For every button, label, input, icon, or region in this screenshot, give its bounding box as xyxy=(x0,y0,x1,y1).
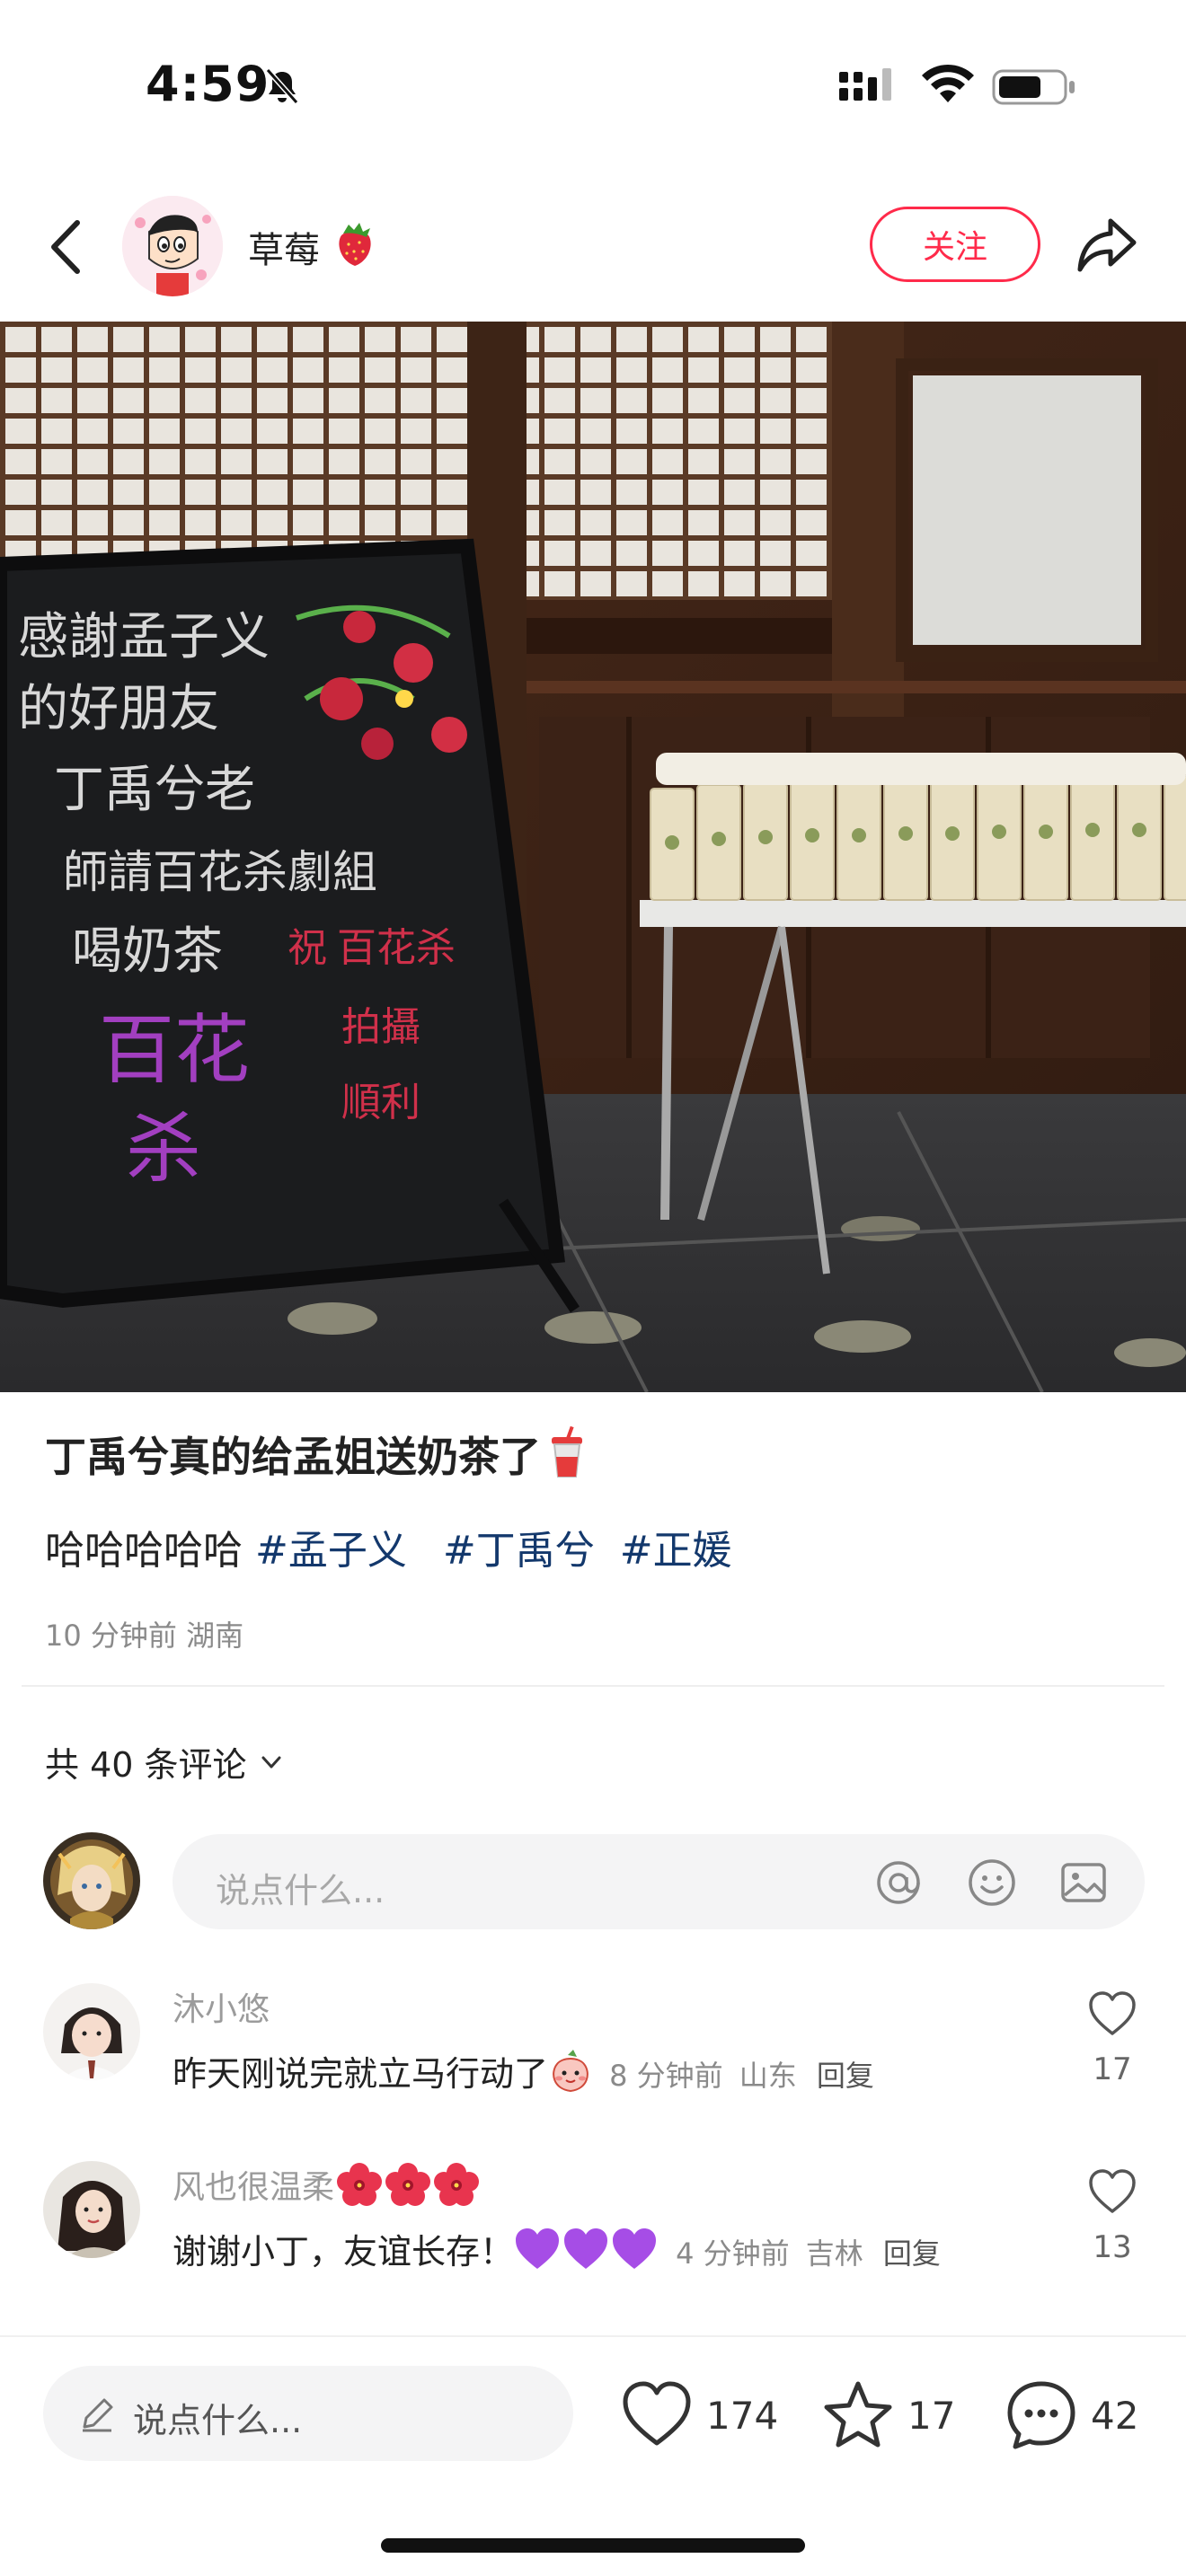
comment-time: 4 分钟前 xyxy=(676,2236,790,2271)
home-indicator[interactable] xyxy=(381,2538,805,2553)
post-title-text: 丁禹兮真的给孟姐送奶茶了 xyxy=(45,1433,541,1481)
heart-icon[interactable] xyxy=(1087,2168,1137,2215)
board-line-5: 喝奶茶 xyxy=(72,924,223,980)
comment-input[interactable]: 说点什么... xyxy=(173,1834,1145,1929)
star-icon xyxy=(824,2381,892,2448)
commenter-name[interactable]: 沐小悠 xyxy=(173,1983,270,2030)
heart-icon[interactable] xyxy=(1087,1990,1137,2037)
board-line-9: 百花 xyxy=(99,1010,250,1093)
comment-bubble-icon xyxy=(1007,2381,1075,2449)
comment-body: 昨天刚说完就立马行动了 xyxy=(173,2054,549,2094)
hibiscus-emoji-icon xyxy=(434,2163,480,2206)
comment-like-count: 13 xyxy=(1093,2229,1132,2265)
emoji-icon[interactable] xyxy=(967,1857,1017,1908)
back-icon[interactable] xyxy=(41,216,95,278)
heart-icon xyxy=(623,2381,691,2446)
follow-button[interactable]: 关注 xyxy=(870,207,1040,282)
commenter-avatar[interactable] xyxy=(43,2161,140,2258)
board-line-1: 感謝孟子义 xyxy=(18,610,270,666)
comment-body: 谢谢小丁，友谊长存！ xyxy=(173,2232,515,2272)
reply-button[interactable]: 回复 xyxy=(883,2236,941,2271)
status-time: 4:59 xyxy=(146,56,270,112)
divider xyxy=(22,1685,1164,1687)
board-line-7: 拍攝 xyxy=(341,1005,420,1049)
hashtag-link[interactable]: #孟子义 xyxy=(255,1528,407,1574)
hashtag-link[interactable]: #丁禹兮 xyxy=(443,1528,595,1574)
bubble-tea-emoji-icon xyxy=(552,1425,582,1478)
post-header: 草莓 关注 xyxy=(0,180,1186,314)
like-count: 174 xyxy=(706,2393,779,2438)
battery-icon xyxy=(992,69,1075,105)
author-avatar[interactable] xyxy=(122,196,223,296)
purple-heart-emoji-icon xyxy=(613,2228,657,2269)
board-line-3: 丁禹兮老 xyxy=(54,763,255,818)
comment-text: 昨天刚说完就立马行动了 8 分钟前 山东 回复 xyxy=(173,2046,874,2095)
comment-item: 风也很温柔 谢谢小丁，友谊长存！ 4 分钟前 吉林 回复 13 xyxy=(0,2161,1186,2314)
commenter-name[interactable]: 风也很温柔 xyxy=(173,2161,480,2208)
bell-off-icon xyxy=(265,68,299,104)
commenter-name-text: 风也很温柔 xyxy=(173,2169,335,2206)
board-line-10: 杀 xyxy=(126,1108,201,1192)
purple-heart-emoji-icon xyxy=(516,2228,560,2269)
comment-like-count: 17 xyxy=(1093,2051,1132,2087)
post-photo[interactable]: 感謝孟子义 的好朋友 丁禹兮老 師請百花杀劇組 喝奶茶 祝 百花杀 拍攝 順利 … xyxy=(0,322,1186,1392)
bottom-input-placeholder: 说点什么... xyxy=(133,2401,303,2440)
share-icon[interactable] xyxy=(1075,214,1139,277)
comments-count-toggle[interactable]: 共 40 条评论 xyxy=(45,1737,285,1786)
post-title: 丁禹兮真的给孟姐送奶茶了 xyxy=(45,1425,588,1484)
hashtag-link[interactable]: #正媛 xyxy=(620,1528,732,1574)
comment-text: 谢谢小丁，友谊长存！ 4 分钟前 吉林 回复 xyxy=(173,2224,941,2273)
collect-count: 17 xyxy=(907,2393,956,2438)
status-bar: 4:59 xyxy=(0,0,1186,171)
purple-heart-emoji-icon xyxy=(564,2228,608,2269)
board-line-4: 師請百花杀劇組 xyxy=(63,847,377,897)
board-line-8: 順利 xyxy=(341,1081,420,1125)
comment-button[interactable]: 42 xyxy=(1005,2375,1138,2456)
comments-count-label: 共 40 条评论 xyxy=(45,1745,247,1785)
post-meta: 10 分钟前 湖南 xyxy=(45,1613,243,1654)
at-icon[interactable] xyxy=(873,1857,924,1908)
comment-item: 沐小悠 昨天刚说完就立马行动了 8 分钟前 山东 回复 17 xyxy=(0,1983,1186,2136)
comment-count: 42 xyxy=(1091,2393,1139,2438)
strawberry-emoji-icon xyxy=(339,223,371,266)
post-body: 哈哈哈哈哈 #孟子义 #丁禹兮 #正媛 xyxy=(45,1518,732,1575)
comment-location: 山东 xyxy=(739,2059,797,2093)
post-time: 10 分钟前 xyxy=(45,1619,177,1653)
commenter-avatar[interactable] xyxy=(43,1983,140,2080)
post-body-text: 哈哈哈哈哈 xyxy=(45,1528,243,1574)
comment-input-placeholder: 说点什么... xyxy=(216,1871,385,1910)
peach-emoji-icon xyxy=(553,2050,589,2093)
comment-location: 吉林 xyxy=(805,2236,863,2271)
image-icon[interactable] xyxy=(1058,1857,1109,1908)
reply-button[interactable]: 回复 xyxy=(817,2059,874,2093)
divider xyxy=(0,2335,1186,2337)
hibiscus-emoji-icon xyxy=(385,2163,431,2206)
comment-time: 8 分钟前 xyxy=(609,2059,723,2093)
bottom-comment-input[interactable]: 说点什么... xyxy=(43,2366,573,2461)
like-button[interactable]: 174 xyxy=(620,2375,778,2456)
cellular-signal-icon xyxy=(839,68,891,101)
post-location: 湖南 xyxy=(186,1619,244,1653)
board-line-2: 的好朋友 xyxy=(18,682,219,737)
collect-button[interactable]: 17 xyxy=(821,2375,955,2456)
my-avatar xyxy=(43,1832,140,1929)
board-line-6: 祝 百花杀 xyxy=(288,926,456,970)
pencil-icon xyxy=(83,2398,113,2432)
author-name[interactable]: 草莓 xyxy=(248,221,320,273)
hibiscus-emoji-icon xyxy=(337,2163,383,2206)
wifi-icon xyxy=(922,64,974,102)
chevron-down-icon xyxy=(261,1756,281,1768)
